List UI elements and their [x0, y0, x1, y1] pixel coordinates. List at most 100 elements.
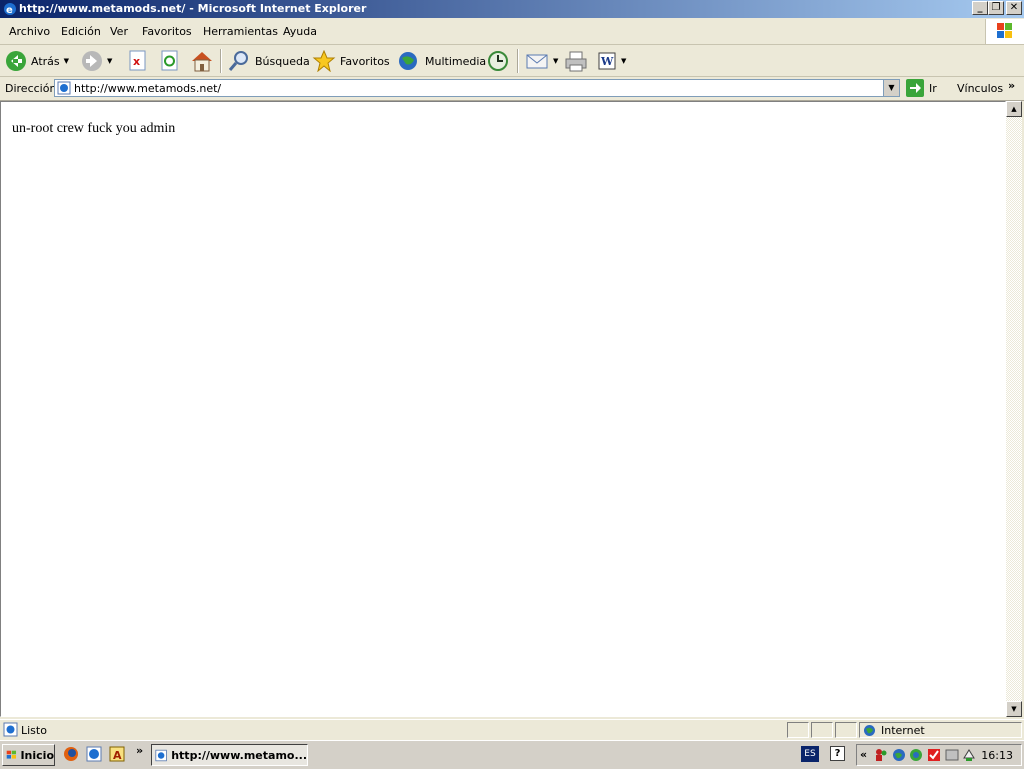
back-dropdown-icon[interactable]: ▼: [64, 57, 69, 65]
word-edit-icon: W: [598, 52, 616, 70]
start-label: Inicio: [20, 748, 54, 762]
address-field[interactable]: ▼: [54, 79, 900, 97]
task-button-ie[interactable]: http://www.metamo...: [151, 744, 308, 766]
favorites-label: Favoritos: [340, 54, 390, 68]
history-button[interactable]: [486, 49, 510, 73]
svg-text:x: x: [133, 55, 140, 68]
menu-ver[interactable]: Ver: [110, 25, 128, 38]
scroll-up-button[interactable]: ▲: [1006, 101, 1022, 117]
restore-button[interactable]: ❐: [988, 1, 1004, 15]
scroll-down-button[interactable]: ▼: [1006, 701, 1022, 717]
forward-dropdown-icon[interactable]: ▼: [107, 57, 112, 65]
close-button[interactable]: ✕: [1006, 1, 1022, 15]
stop-icon: x: [129, 50, 146, 71]
menu-ayuda[interactable]: Ayuda: [283, 25, 317, 38]
search-button[interactable]: Búsqueda: [227, 49, 310, 73]
address-label: Dirección: [5, 82, 57, 95]
go-label: Ir: [929, 81, 937, 95]
print-button[interactable]: [563, 49, 589, 73]
home-button[interactable]: [190, 49, 214, 73]
stop-button[interactable]: x: [128, 49, 148, 73]
edit-button[interactable]: W ▼: [597, 49, 626, 73]
firefox-icon[interactable]: [63, 746, 79, 762]
quicklaunch-chevron-icon[interactable]: »: [136, 744, 143, 757]
messenger-icon[interactable]: [874, 748, 888, 762]
mail-button[interactable]: ▼: [525, 49, 558, 73]
star-icon: [312, 50, 336, 72]
toolbar-separator: [517, 49, 519, 73]
address-input[interactable]: [74, 80, 874, 96]
status-panel: [835, 722, 857, 738]
app-a-icon[interactable]: A: [109, 746, 125, 762]
mail-dropdown-icon[interactable]: ▼: [553, 57, 558, 65]
menu-edicion[interactable]: Edición: [61, 25, 101, 38]
internet-globe-icon: [864, 725, 875, 736]
title-bar[interactable]: e http://www.metamods.net/ - Microsoft I…: [0, 0, 1024, 18]
svg-text:e: e: [6, 5, 13, 16]
svg-text:W: W: [600, 55, 614, 68]
safely-remove-icon[interactable]: [962, 748, 976, 762]
language-indicator[interactable]: ES: [801, 746, 819, 762]
window-title: http://www.metamods.net/ - Microsoft Int…: [19, 2, 367, 15]
zone-label: Internet: [881, 724, 925, 737]
status-panel: [787, 722, 809, 738]
ie-task-icon: [155, 749, 167, 761]
minimize-button[interactable]: _: [972, 1, 988, 15]
svg-text:A: A: [113, 749, 122, 762]
start-button[interactable]: Inicio: [2, 744, 55, 766]
print-icon: [565, 51, 587, 72]
help-icon[interactable]: ?: [830, 746, 845, 761]
media-label: Multimedia: [425, 54, 487, 68]
windows-flag-icon: [997, 23, 1012, 38]
menu-bar: Archivo Edición Ver Favoritos Herramient…: [0, 19, 1024, 45]
network-globe-icon[interactable]: [892, 748, 906, 762]
vertical-scrollbar[interactable]: ▲ ▼: [1006, 101, 1022, 717]
edit-dropdown-icon[interactable]: ▼: [621, 57, 626, 65]
drive-icon[interactable]: [945, 748, 959, 762]
status-bar: Listo Internet: [0, 719, 1024, 740]
go-arrow-icon: [906, 79, 924, 97]
search-icon: [228, 51, 248, 71]
refresh-button[interactable]: [160, 49, 180, 73]
forward-arrow-icon: [82, 51, 102, 71]
antivirus-icon[interactable]: [927, 748, 941, 762]
status-text: Listo: [21, 724, 47, 737]
page-status-icon: [3, 722, 18, 737]
tray-expand-icon[interactable]: «: [860, 748, 867, 761]
clock[interactable]: 16:13: [981, 749, 1013, 762]
back-button[interactable]: Atrás ▼: [5, 49, 69, 73]
home-icon: [192, 52, 212, 72]
search-label: Búsqueda: [255, 54, 310, 68]
standard-toolbar: Atrás ▼ ▼ x Búsqueda Favoritos Multimedi…: [0, 45, 1024, 77]
back-arrow-icon: [6, 51, 26, 71]
ie-icon: e: [4, 3, 16, 16]
menu-archivo[interactable]: Archivo: [9, 25, 50, 38]
windows-logo: [985, 19, 1024, 44]
links-chevron-icon[interactable]: »: [1008, 79, 1015, 92]
toolbar-separator: [220, 49, 222, 73]
windows-flag-icon: [6, 750, 17, 759]
system-tray: « 16:13: [856, 744, 1022, 766]
menu-favoritos[interactable]: Favoritos: [142, 25, 192, 38]
media-button[interactable]: Multimedia: [397, 49, 486, 73]
media-globe-icon: [399, 52, 417, 70]
update-icon[interactable]: [909, 748, 923, 762]
favorites-button[interactable]: Favoritos: [312, 49, 390, 73]
links-button[interactable]: Vínculos: [957, 82, 1003, 95]
page-text: un-root crew fuck you admin: [12, 121, 176, 136]
menu-herramientas[interactable]: Herramientas: [203, 25, 278, 38]
address-dropdown-icon[interactable]: ▼: [883, 80, 899, 96]
task-label: http://www.metamo...: [171, 748, 307, 762]
ie-quicklaunch-icon[interactable]: [86, 746, 102, 762]
security-zone-panel: Internet: [859, 722, 1022, 738]
forward-button[interactable]: ▼: [81, 49, 112, 73]
go-button[interactable]: Ir: [906, 79, 937, 97]
taskbar: Inicio A » http://www.metamo... ES ? « 1…: [0, 740, 1024, 769]
back-label: Atrás: [31, 54, 60, 68]
page-content: un-root crew fuck you admin: [0, 101, 1006, 717]
page-icon: [57, 81, 71, 95]
history-icon: [488, 51, 508, 71]
status-panel: [811, 722, 833, 738]
address-bar: Dirección ▼ Ir Vínculos »: [0, 77, 1024, 101]
refresh-icon: [161, 50, 178, 71]
